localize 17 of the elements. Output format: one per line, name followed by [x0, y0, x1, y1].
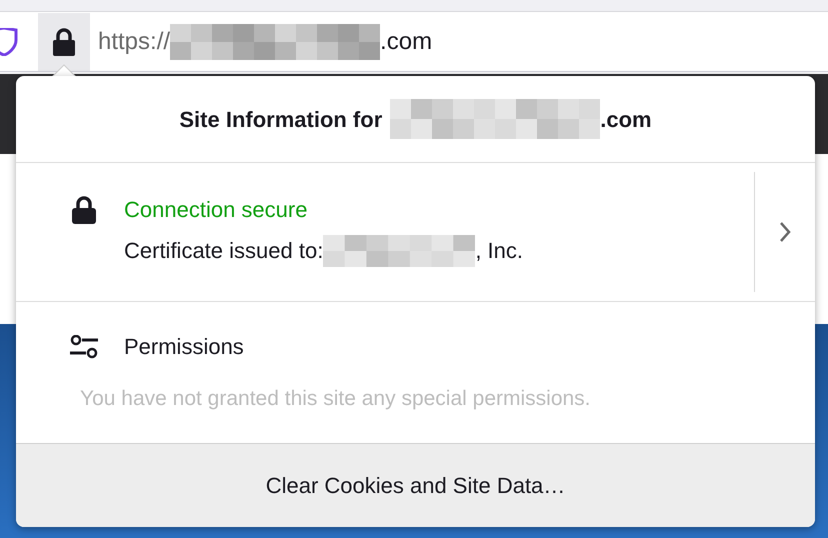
panel-title: Site Information for	[179, 106, 382, 134]
permissions-icon	[70, 334, 98, 358]
connection-row[interactable]: Connection secure Certificate issued to: , Inc.	[16, 163, 754, 301]
clear-cookies-button[interactable]: Clear Cookies and Site Data…	[16, 444, 815, 527]
url-scheme: https://	[98, 26, 170, 56]
shield-icon[interactable]	[0, 28, 18, 56]
url-domain-suffix: .com	[380, 26, 432, 56]
certificate-label: Certificate issued to:	[124, 237, 324, 265]
lock-button[interactable]	[38, 12, 90, 70]
lock-icon	[53, 28, 75, 56]
panel-title-suffix: .com	[600, 106, 652, 134]
certificate-suffix: , Inc.	[475, 237, 523, 265]
lock-icon	[72, 196, 96, 224]
connection-status: Connection secure	[124, 196, 308, 224]
permissions-heading: Permissions	[124, 333, 244, 361]
chevron-right-icon[interactable]	[779, 221, 791, 243]
permissions-message: You have not granted this site any special permissions.	[80, 386, 592, 412]
